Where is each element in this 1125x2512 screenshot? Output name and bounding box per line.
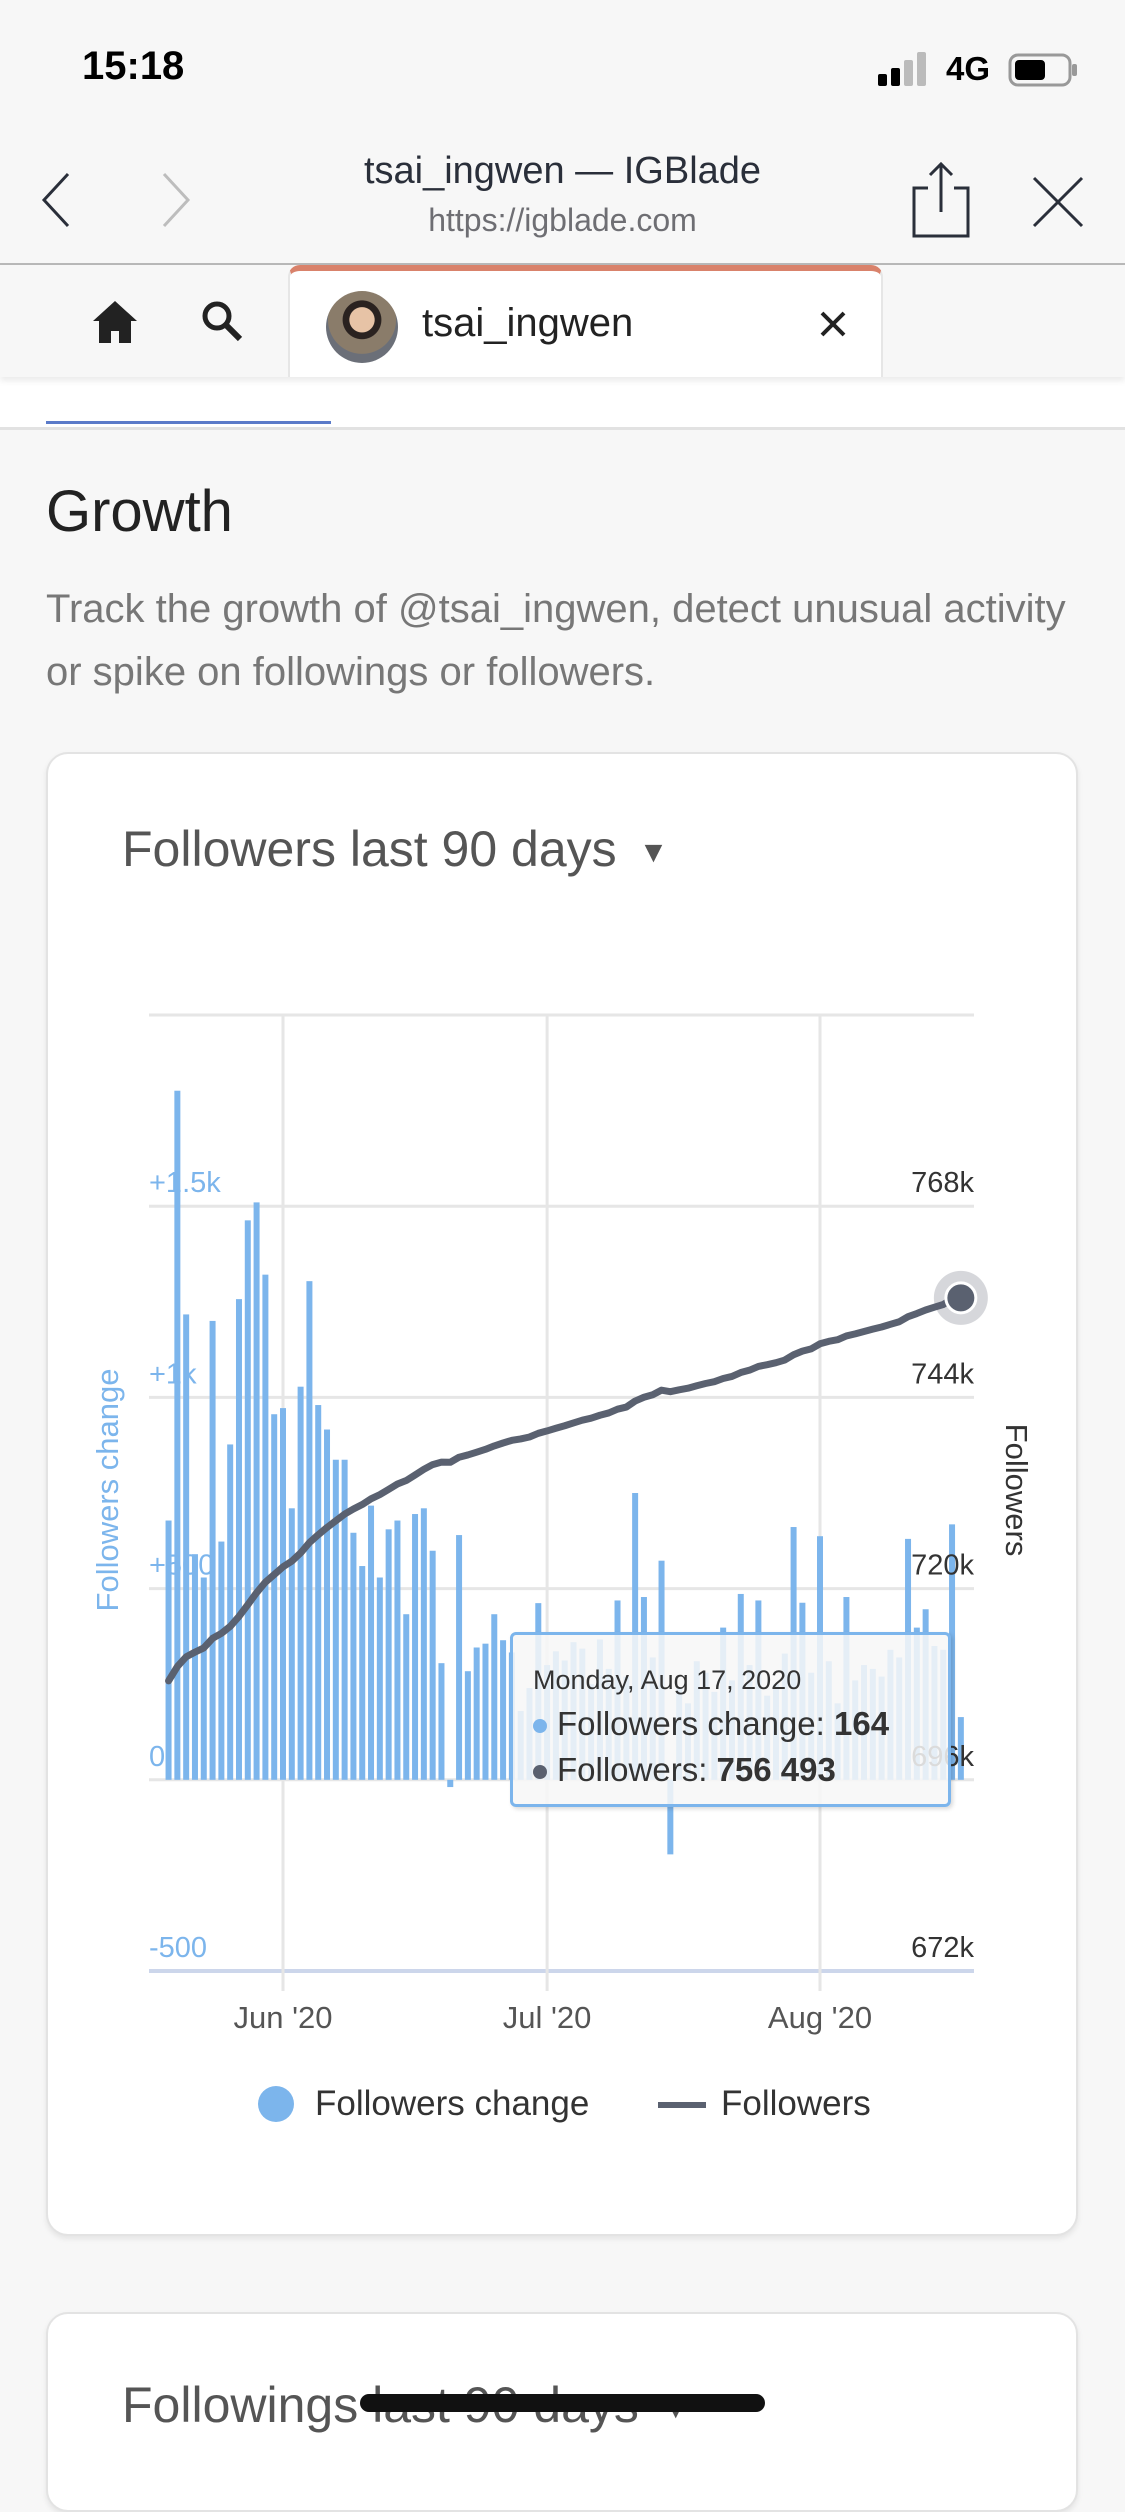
site-tab-bar: tsai_ingwen [0, 265, 1125, 377]
browser-toolbar: tsai_ingwen — IGBlade https://igblade.co… [0, 130, 1125, 265]
chart-legend: Followers change Followers [0, 2082, 1125, 2132]
legend-item-followers-change[interactable]: Followers change [315, 2084, 589, 2124]
series-dot-icon [533, 1765, 547, 1780]
tab-close-icon[interactable] [818, 309, 848, 339]
followings-chart-card: Followings last 90 days ▼ [46, 2312, 1078, 2512]
tooltip-change-row: Followers change: 164 [533, 1705, 889, 1743]
tab-profile[interactable]: tsai_ingwen [288, 265, 883, 377]
search-icon[interactable] [200, 299, 244, 343]
home-indicator [360, 2394, 765, 2412]
followers-chart-card: Followers last 90 days ▼ [46, 752, 1078, 2236]
legend-item-followers[interactable]: Followers [721, 2084, 871, 2124]
avatar [326, 291, 398, 363]
share-icon[interactable] [910, 160, 972, 240]
signal-icon [878, 52, 926, 86]
tab-label: tsai_ingwen [422, 301, 634, 345]
tooltip-change-label: Followers change: [557, 1705, 834, 1742]
tooltip-date: Monday, Aug 17, 2020 [533, 1665, 802, 1695]
home-icon[interactable] [93, 301, 137, 343]
profile-subnav [0, 377, 1125, 430]
caret-down-icon: ▼ [638, 835, 669, 869]
status-bar: 15:18 4G [0, 0, 1125, 130]
chart-period-dropdown[interactable]: Followers last 90 days ▼ [122, 820, 668, 878]
subnav-active-indicator[interactable] [46, 421, 331, 424]
legend-line-swatch-icon [658, 2102, 706, 2108]
section-description: Track the growth of @tsai_ingwen, detect… [46, 587, 1066, 694]
tooltip-change-value: 164 [833, 1705, 890, 1742]
legend-bar-swatch-icon [258, 2086, 294, 2122]
tooltip-followers-label: Followers: [557, 1751, 717, 1788]
section-title: Growth [46, 479, 233, 544]
chart-tooltip: Monday, Aug 17, 2020 Followers change: 1… [510, 1632, 951, 1807]
chart-title: Followers last 90 days [122, 821, 617, 877]
tooltip-followers-value: 756 493 [716, 1751, 836, 1788]
close-icon[interactable] [1030, 174, 1086, 230]
tooltip-followers-row: Followers: 756 493 [533, 1751, 836, 1789]
series-dot-icon [533, 1719, 547, 1734]
network-type: 4G [946, 50, 991, 87]
status-time: 15:18 [82, 44, 185, 88]
battery-icon [1008, 53, 1077, 87]
